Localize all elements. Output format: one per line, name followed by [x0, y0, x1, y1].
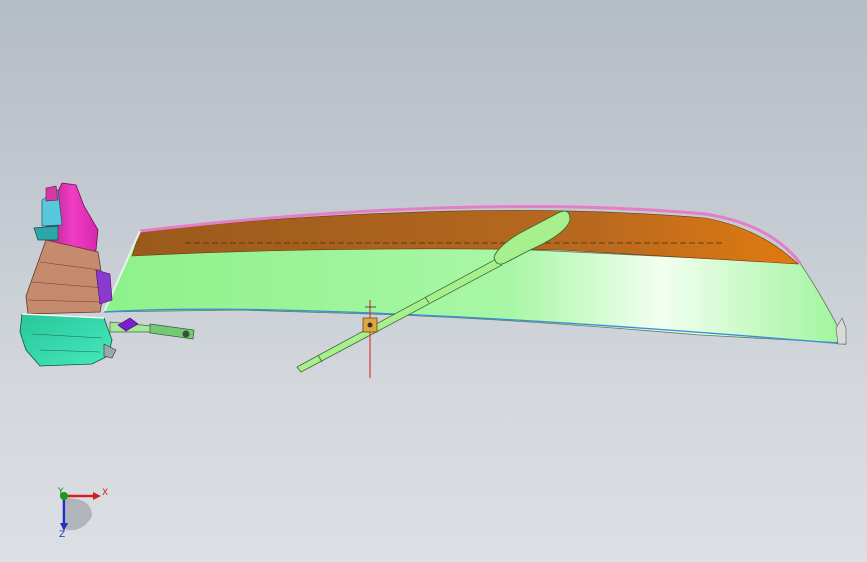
- orientation-triad[interactable]: X Y Z: [44, 480, 124, 550]
- motor-mid-housing[interactable]: [25, 239, 105, 315]
- triad-axes-graphic: [60, 492, 101, 531]
- y-axis-label: Y: [58, 487, 64, 497]
- tiller-handle[interactable]: [109, 317, 195, 340]
- boat-model-scene[interactable]: [0, 0, 867, 562]
- bow-fitting[interactable]: [835, 317, 847, 345]
- motor-lower-unit[interactable]: [19, 313, 113, 367]
- triad-shadow: [66, 498, 92, 531]
- x-axis-label: X: [102, 488, 109, 498]
- z-axis-label: Z: [59, 530, 66, 540]
- cad-viewport[interactable]: X Y Z: [0, 0, 867, 562]
